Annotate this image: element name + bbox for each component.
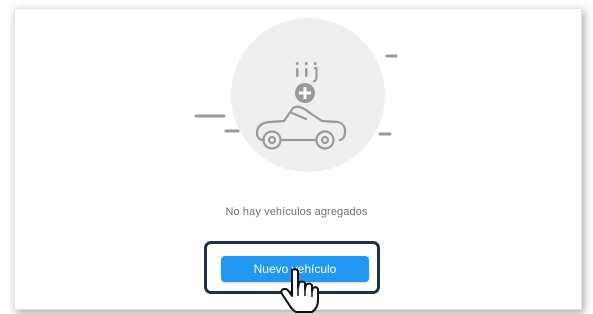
page: No hay vehículos agregados Nuevo vehícul… bbox=[0, 0, 593, 314]
empty-state-illustration bbox=[194, 18, 398, 172]
empty-state-message: No hay vehículos agregados bbox=[225, 206, 368, 218]
add-icon bbox=[295, 83, 315, 103]
hand-pointer-icon bbox=[280, 268, 319, 313]
